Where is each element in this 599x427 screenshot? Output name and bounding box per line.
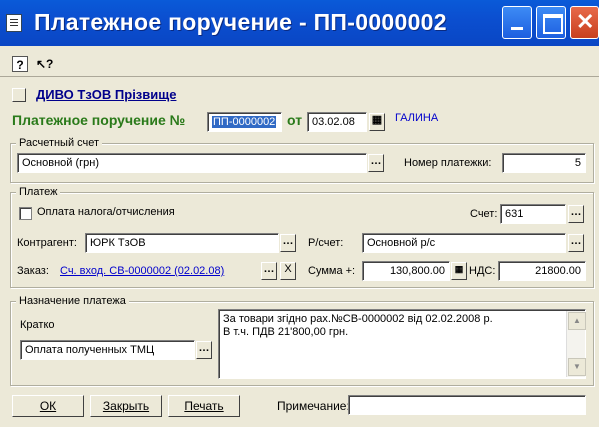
short-purpose-select-button[interactable]: … bbox=[196, 341, 212, 359]
rs-select-button[interactable]: … bbox=[568, 234, 584, 252]
rs-label: Р/счет: bbox=[308, 237, 344, 249]
tax-payment-label: Оплата налога/отчисления bbox=[37, 206, 175, 218]
short-purpose-field[interactable]: Оплата полученных ТМЦ bbox=[20, 340, 195, 360]
minimize-button[interactable] bbox=[502, 6, 532, 39]
order-select-button[interactable]: … bbox=[261, 262, 277, 280]
sum-label: Сумма +: bbox=[308, 265, 356, 277]
toolbar bbox=[0, 46, 599, 76]
date-label: от bbox=[287, 112, 303, 128]
pointer-help-icon[interactable]: ↖? bbox=[36, 56, 53, 72]
purpose-group-legend: Назначение платежа bbox=[16, 295, 129, 307]
purpose-text-line-2: В т.ч. ПДВ 21'800,00 грн. bbox=[223, 326, 349, 338]
order-link[interactable]: Сч. вход. СВ-0000002 (02.02.08) bbox=[60, 265, 224, 277]
doc-number-field[interactable]: ПП-0000002 bbox=[207, 112, 282, 132]
toolbar-separator bbox=[0, 76, 599, 77]
close-window-button[interactable]: ✕ bbox=[570, 6, 599, 39]
scroll-up-icon[interactable]: ▲ bbox=[568, 312, 586, 330]
close-button[interactable]: Закрыть bbox=[90, 395, 162, 417]
org-link[interactable]: ДИВО ТзОВ Прізвище bbox=[36, 87, 176, 102]
close-icon: ✕ bbox=[576, 9, 595, 34]
org-select-button[interactable] bbox=[12, 88, 26, 102]
contractor-field[interactable]: ЮРК ТзОВ bbox=[85, 233, 279, 253]
document-icon[interactable] bbox=[6, 14, 22, 32]
ok-button-label: ОК bbox=[39, 399, 57, 413]
tax-payment-checkbox[interactable] bbox=[19, 207, 32, 220]
close-button-label: Закрыть bbox=[102, 399, 150, 413]
doc-title-label: Платежное поручение № bbox=[12, 112, 186, 128]
note-field[interactable] bbox=[348, 395, 586, 415]
payment-group-legend: Платеж bbox=[16, 186, 61, 198]
print-button[interactable]: Печать bbox=[168, 395, 240, 417]
rs-field[interactable]: Основной р/с bbox=[362, 233, 566, 253]
purpose-scrollbar[interactable]: ▲ ▼ bbox=[566, 311, 586, 377]
order-label: Заказ: bbox=[17, 265, 49, 277]
scroll-down-icon[interactable]: ▼ bbox=[568, 358, 586, 376]
calculator-icon[interactable]: ▦ bbox=[451, 262, 467, 280]
account-number-select-button[interactable]: … bbox=[568, 205, 584, 223]
vat-label: НДС: bbox=[469, 265, 496, 277]
account-group-legend: Расчетный счет bbox=[16, 137, 103, 149]
contractor-select-button[interactable]: … bbox=[280, 234, 296, 252]
doc-number-value: ПП-0000002 bbox=[212, 116, 277, 128]
user-name: ГАЛИНА bbox=[395, 112, 439, 124]
account-number-field[interactable]: 631 bbox=[500, 204, 566, 224]
short-label: Кратко bbox=[20, 319, 55, 331]
calendar-icon[interactable]: ▦ bbox=[369, 113, 385, 131]
account-field[interactable]: Основной (грн) bbox=[17, 153, 367, 173]
purpose-textarea[interactable]: За товари згідно рах.№СВ-0000002 від 02.… bbox=[218, 309, 586, 379]
account-select-button[interactable]: … bbox=[368, 154, 384, 172]
help-icon[interactable]: ? bbox=[12, 56, 28, 72]
payment-number-label: Номер платежки: bbox=[404, 157, 492, 169]
note-label: Примечание: bbox=[277, 399, 350, 413]
sum-field[interactable]: 130,800.00 bbox=[362, 261, 450, 281]
print-button-label: Печать bbox=[184, 399, 224, 413]
ok-button[interactable]: ОК bbox=[12, 395, 84, 417]
date-field[interactable]: 03.02.08 bbox=[307, 112, 367, 132]
window-title: Платежное поручение - ПП-0000002 bbox=[34, 9, 447, 35]
account-number-label: Счет: bbox=[470, 208, 498, 220]
vat-field[interactable]: 21800.00 bbox=[498, 261, 586, 281]
payment-number-field[interactable]: 5 bbox=[502, 153, 586, 173]
contractor-label: Контрагент: bbox=[17, 237, 77, 249]
order-clear-button[interactable]: X bbox=[280, 262, 296, 280]
maximize-button[interactable] bbox=[536, 6, 566, 39]
purpose-text-line-1: За товари згідно рах.№СВ-0000002 від 02.… bbox=[223, 313, 493, 325]
